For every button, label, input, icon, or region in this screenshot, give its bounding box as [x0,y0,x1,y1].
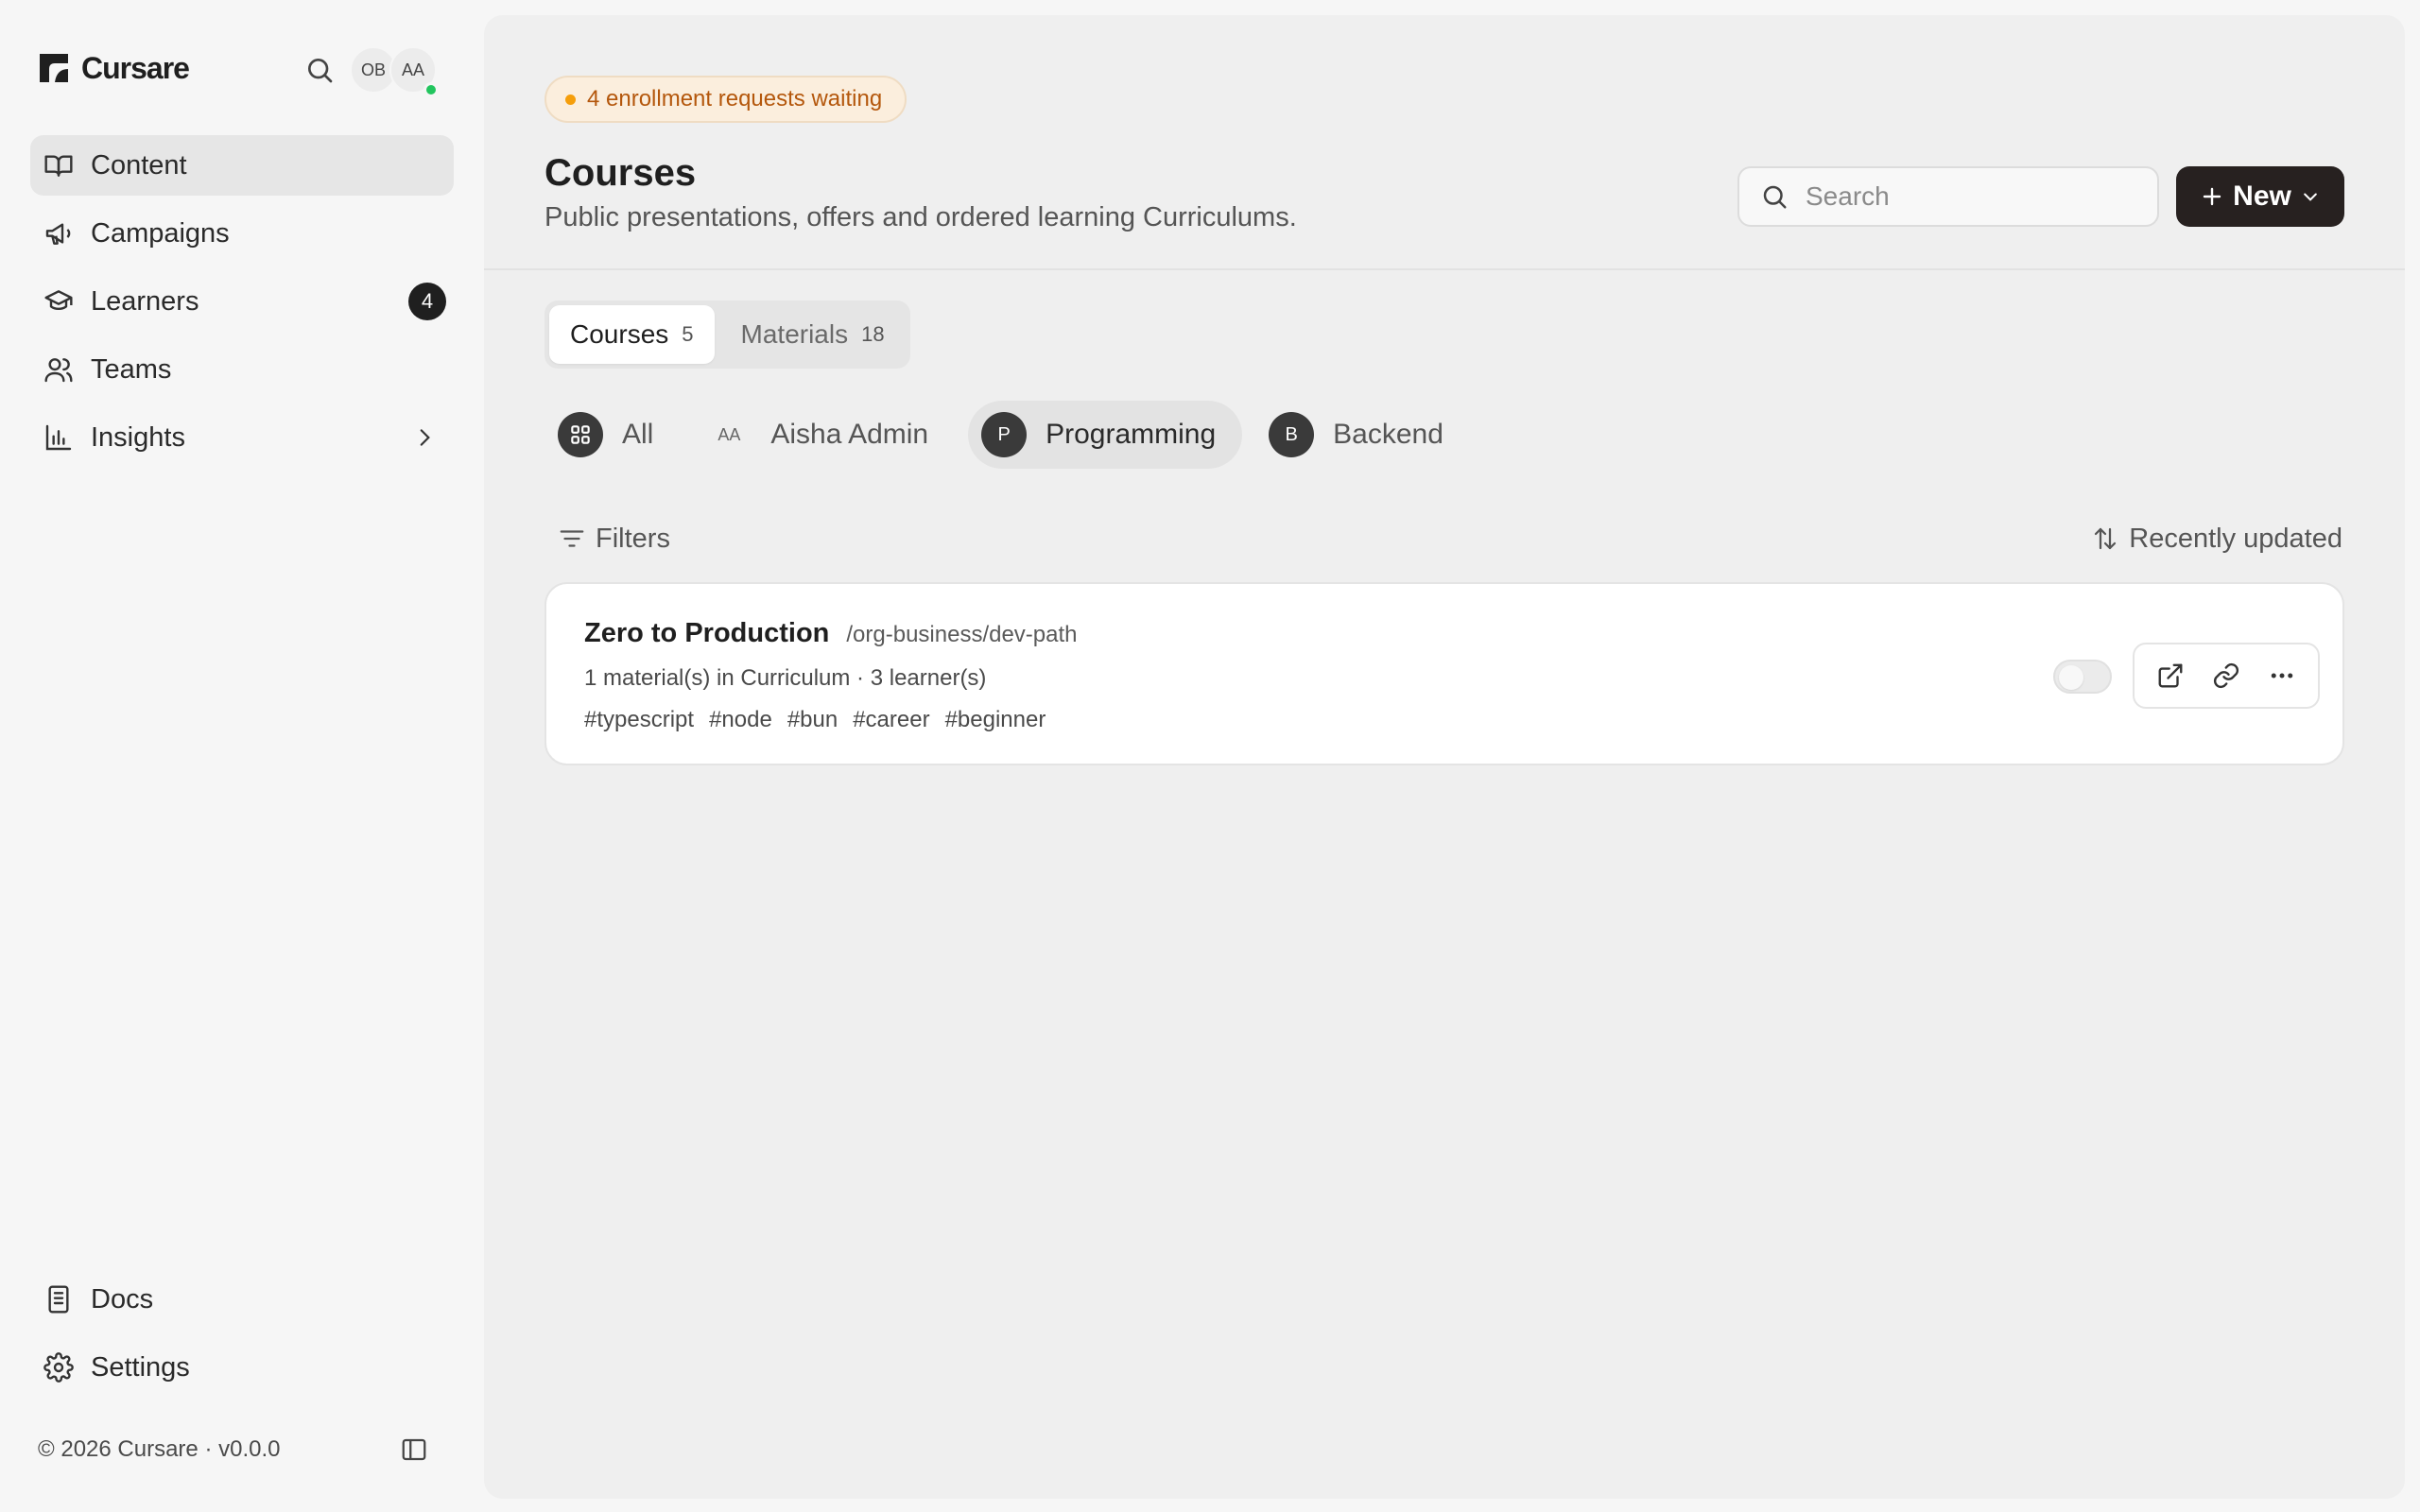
users-icon [43,353,76,386]
filter-chips: All AA Aisha Admin P Programming B Backe… [544,399,1470,471]
cursare-logo-icon [38,52,70,84]
chip-label: Aisha Admin [770,419,929,450]
sidebar-footer: © 2026 Cursare · v0.0.0 [38,1433,435,1467]
enrollment-requests-notice[interactable]: 4 enrollment requests waiting [544,76,908,123]
course-title[interactable]: Zero to Production [584,618,829,648]
course-actions [2133,643,2320,709]
user-avatars[interactable]: OB AA [350,46,439,97]
tab-courses[interactable]: Courses 5 [549,305,715,364]
sidebar-top-actions: OB AA [299,46,439,97]
filters-button[interactable]: Filters [558,518,670,559]
sidebar-item-insights[interactable]: Insights [30,407,454,468]
link-icon[interactable] [2205,655,2247,696]
chip-label: Backend [1333,419,1443,450]
filters-label: Filters [596,523,670,554]
sidebar-toggle-icon[interactable] [393,1429,435,1470]
chip-label: Programming [1046,419,1217,450]
sidebar-item-label: Campaigns [91,217,230,249]
tab-label: Materials [740,319,849,349]
online-status-dot [424,82,439,97]
document-icon [43,1283,76,1315]
chip-backend[interactable]: B Backend [1255,401,1470,469]
sidebar-item-label: Content [91,149,187,180]
content-tabs: Courses 5 Materials 18 [544,301,910,369]
bar-chart-icon [43,421,76,454]
brand-name: Cursare [81,50,190,85]
tab-count: 18 [861,322,885,346]
gear-icon [43,1351,76,1383]
chip-all[interactable]: All [544,401,680,469]
tag: #node [709,707,772,732]
sidebar-item-label: Docs [91,1283,154,1314]
publish-toggle[interactable] [2053,660,2112,694]
sidebar-item-label: Learners [91,285,199,317]
sort-button[interactable]: Recently updated [2091,518,2342,559]
sidebar-nav: Content Campaigns Learners 4 Teams Insig… [30,135,454,475]
tag: #bun [786,707,838,732]
plus-icon [2201,185,2223,208]
megaphone-icon [43,217,76,249]
filter-lines-icon [558,524,586,553]
sidebar-item-teams[interactable]: Teams [30,339,454,400]
sidebar-item-label: Insights [91,421,185,453]
learners-count-badge: 4 [408,283,446,320]
tag: #typescript [584,707,695,732]
chip-avatar: B [1269,412,1315,457]
copyright-text: © 2026 Cursare · v0.0.0 [38,1436,281,1462]
sidebar-item-settings[interactable]: Settings [30,1337,454,1398]
search-icon[interactable] [299,49,340,91]
sidebar-item-label: Settings [91,1351,190,1383]
sidebar-item-docs[interactable]: Docs [30,1269,454,1330]
course-title-row: Zero to Production/org-business/dev-path [584,618,1078,649]
tab-count: 5 [682,322,694,346]
new-button[interactable]: New [2176,166,2344,227]
course-meta: 1 material(s) in Curriculum · 3 learner(… [584,665,987,691]
tag: #beginner [944,707,1046,732]
new-button-label: New [2233,180,2291,212]
sidebar-item-content[interactable]: Content [30,135,454,196]
sidebar-item-label: Teams [91,353,172,385]
grid-icon [558,412,603,457]
sort-arrows-icon [2091,524,2119,553]
page-subtitle: Public presentations, offers and ordered… [544,202,1297,232]
chip-programming[interactable]: P Programming [968,401,1243,469]
chip-avatar: AA [717,424,741,444]
chip-label: All [622,419,654,450]
header-divider [484,268,2405,270]
sort-label: Recently updated [2129,523,2342,554]
sidebar-item-learners[interactable]: Learners 4 [30,271,454,332]
main-panel: 4 enrollment requests waiting Courses Pu… [484,15,2405,1499]
search-input[interactable] [1806,181,2147,212]
course-path: /org-business/dev-path [846,622,1078,647]
search-field[interactable] [1737,166,2159,227]
sidebar: Cursare OB AA Content Campaigns Learners… [0,0,482,1512]
chevron-down-icon [2301,187,2320,206]
page-title: Courses [544,152,697,194]
notice-dot-icon [565,94,576,105]
chevron-right-icon [412,425,437,450]
tag: #career [853,707,930,732]
sidebar-item-campaigns[interactable]: Campaigns [30,203,454,264]
toggle-knob [2059,665,2083,690]
graduation-cap-icon [43,285,76,318]
tab-label: Courses [570,319,669,349]
notice-text: 4 enrollment requests waiting [587,86,883,112]
course-tags: #typescript #node #bun #career #beginner [584,707,1046,733]
search-icon [1760,182,1789,211]
chip-avatar: P [981,412,1028,457]
external-link-icon[interactable] [2150,655,2191,696]
book-open-icon [43,149,76,181]
course-card[interactable]: Zero to Production/org-business/dev-path… [544,582,2344,765]
sidebar-bottom-nav: Docs Settings [30,1269,454,1405]
chip-aisha-admin[interactable]: AA Aisha Admin [693,401,955,469]
more-horizontal-icon[interactable] [2261,655,2303,696]
tab-materials[interactable]: Materials 18 [720,305,906,364]
brand[interactable]: Cursare [38,49,190,87]
